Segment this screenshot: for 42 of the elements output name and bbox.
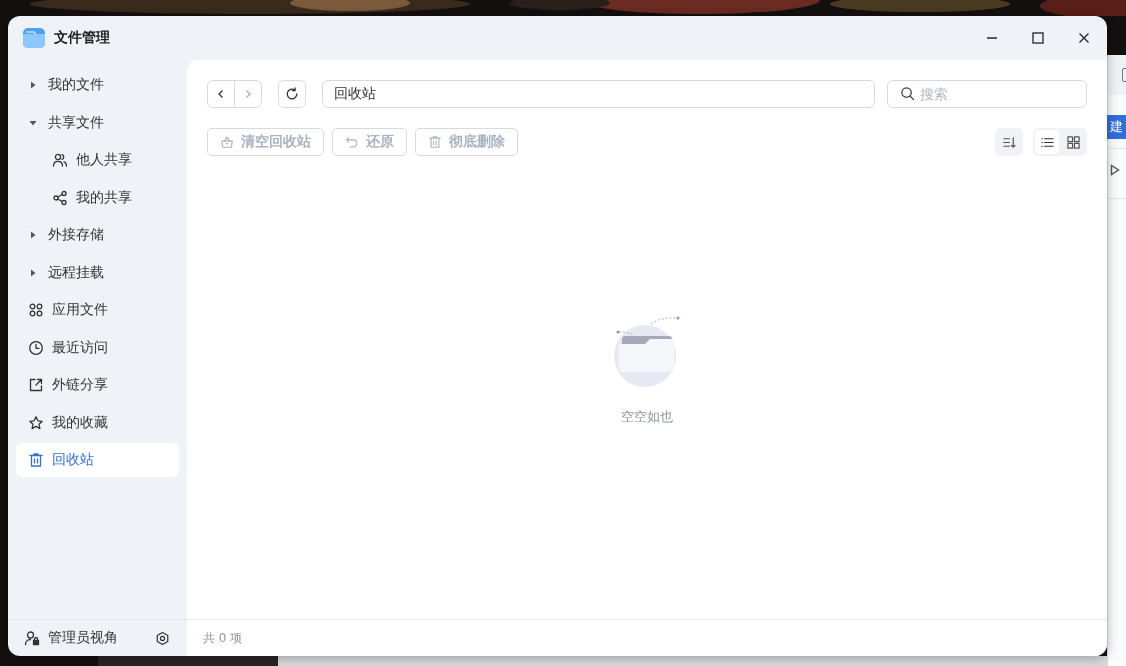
empty-message: 空空如也 <box>621 407 673 426</box>
close-icon <box>1078 32 1090 44</box>
search-field[interactable]: 搜索 <box>887 80 1087 108</box>
search-icon <box>900 86 915 101</box>
sidebar-item[interactable]: 外接存储 <box>16 218 179 252</box>
sidebar-item[interactable]: 回收站 <box>16 443 179 477</box>
basket-icon <box>220 135 234 149</box>
sidebar-item[interactable]: 我的文件 <box>16 68 179 102</box>
settings-icon <box>154 630 170 646</box>
sort-icon <box>1001 134 1017 150</box>
user-lock-icon <box>24 630 40 646</box>
trash-icon <box>428 135 442 149</box>
maximize-icon <box>1032 32 1044 44</box>
view-toggle[interactable] <box>1035 130 1059 154</box>
undo-icon <box>345 135 359 149</box>
users-icon <box>52 152 68 168</box>
play-icon <box>1110 164 1120 176</box>
trash-icon <box>28 452 44 468</box>
refresh-icon <box>285 87 299 101</box>
chevron-left-icon <box>216 89 226 99</box>
item-count: 共 0 项 <box>203 629 243 647</box>
sidebar-item[interactable]: 应用文件 <box>16 293 179 327</box>
star-icon <box>28 414 44 431</box>
sidebar-item[interactable]: 我的共享 <box>16 180 179 215</box>
command-icon <box>28 302 44 318</box>
sidebar-item[interactable]: 远程挂载 <box>16 255 179 290</box>
folder-icon <box>22 26 46 50</box>
refresh-button[interactable] <box>278 80 306 108</box>
grid-icon <box>1065 134 1081 150</box>
sidebar-item[interactable]: 最近访问 <box>16 330 179 365</box>
chevron-right-icon <box>243 89 253 99</box>
sidebar-item[interactable]: 他人共享 <box>16 143 179 177</box>
share-icon <box>52 189 68 206</box>
sidebar-item[interactable]: 共享文件 <box>16 105 179 140</box>
admin-view-label: 管理员视角 <box>48 629 119 647</box>
clock-icon <box>28 339 44 356</box>
sidebar-item[interactable]: 我的收藏 <box>16 405 179 440</box>
window-title: 文件管理 <box>54 29 110 47</box>
sort-button[interactable] <box>995 128 1023 156</box>
export-icon <box>28 377 44 393</box>
path-field[interactable]: 回收站 <box>322 80 875 108</box>
sidebar-item[interactable]: 外链分享 <box>16 368 179 402</box>
